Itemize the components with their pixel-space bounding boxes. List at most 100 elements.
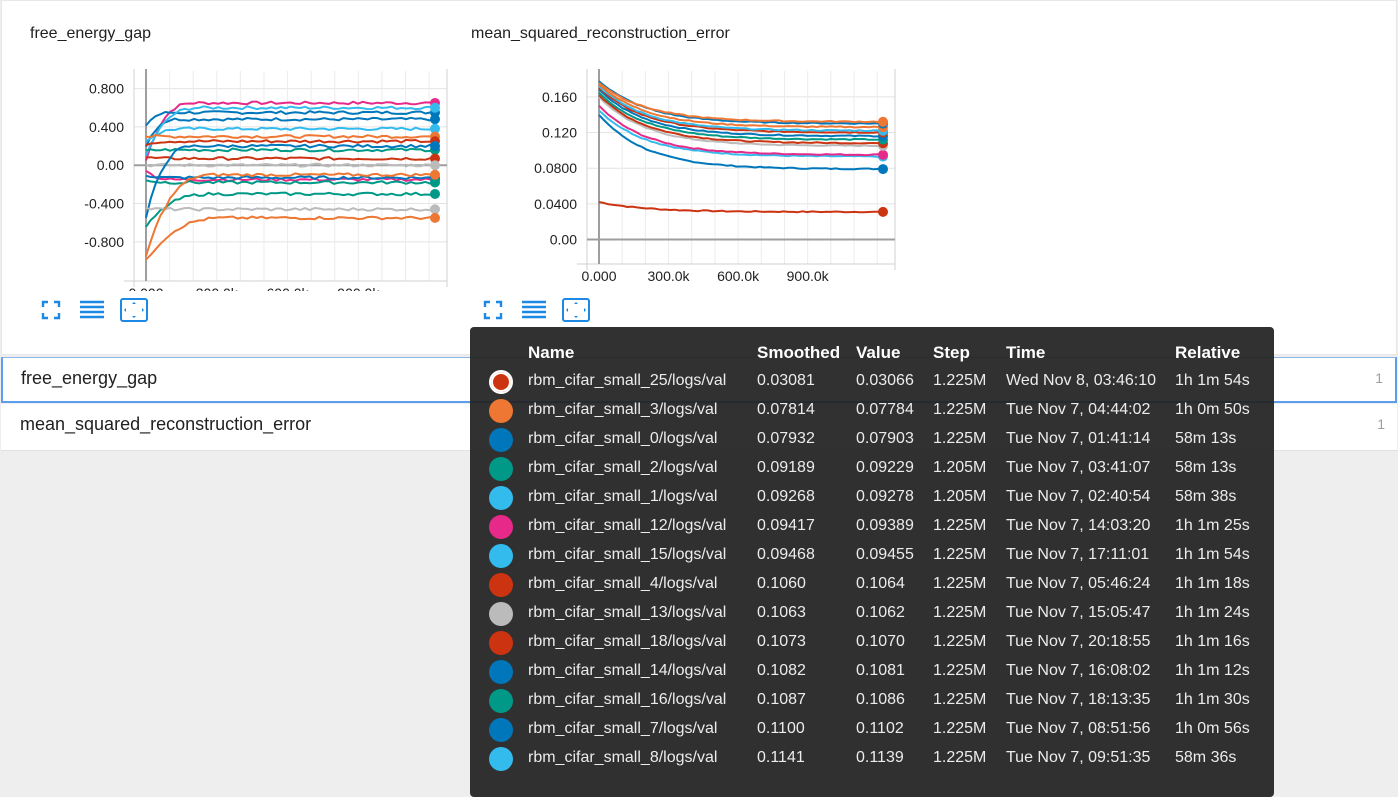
tooltip-cell-name: rbm_cifar_small_7/logs/val [528, 720, 718, 737]
tooltip-cell-step: 1.225M [933, 604, 987, 621]
y-tick-label: 0.00 [550, 232, 577, 248]
tooltip-cell-time: Tue Nov 7, 18:13:35 [1006, 691, 1151, 708]
tooltip-cell-name: rbm_cifar_small_15/logs/val [528, 546, 727, 563]
tooltip-cell-step: 1.225M [933, 633, 987, 650]
tooltip-cell-step: 1.225M [933, 546, 987, 563]
tooltip-cell-relative: 1h 1m 54s [1175, 372, 1250, 389]
tooltip-cell-step: 1.205M [933, 488, 987, 505]
tooltip-row: rbm_cifar_small_12/logs/val 0.09417 0.0938… [470, 512, 1274, 541]
tooltip-cell-relative: 1h 1m 54s [1175, 546, 1250, 563]
fullscreen-icon[interactable] [36, 297, 66, 323]
tooltip-cell-relative: 58m 36s [1175, 749, 1237, 766]
tooltip-cell-time: Wed Nov 8, 03:46:10 [1006, 372, 1157, 389]
tooltip-cell-relative: 1h 1m 25s [1175, 517, 1250, 534]
tooltip-cell-name: rbm_cifar_small_12/logs/val [528, 517, 727, 534]
tooltip-cell-relative: 1h 1m 30s [1175, 691, 1250, 708]
y-tick-label: 0.0800 [534, 160, 577, 176]
tooltip-cell-time: Tue Nov 7, 17:11:01 [1006, 546, 1150, 563]
tooltip-cell-smoothed: 0.09268 [757, 488, 815, 505]
tooltip-cell-relative: 58m 13s [1175, 430, 1237, 447]
tooltip-cell-name: rbm_cifar_small_3/logs/val [528, 401, 718, 418]
tooltip-row: rbm_cifar_small_2/logs/val 0.09189 0.09229… [470, 454, 1274, 483]
tooltip-cell-value: 0.1070 [856, 633, 905, 650]
run-color-swatch [489, 515, 513, 539]
tooltip-header-name: Name [528, 343, 575, 362]
tooltip-cell-step: 1.205M [933, 459, 987, 476]
tooltip-header-relative: Relative [1175, 343, 1241, 362]
chart-free-energy-gap[interactable]: 0.8000.4000.00-0.400-0.8000.000300.0k600… [2, 51, 472, 291]
y-tick-label: 0.0400 [534, 196, 577, 212]
tooltip-cell-time: Tue Nov 7, 01:41:14 [1006, 430, 1151, 447]
tooltip-row: rbm_cifar_small_14/logs/val 0.1082 0.1081 1… [470, 657, 1274, 686]
tooltip-cell-value: 0.1086 [856, 691, 905, 708]
tooltip-cell-value: 0.09229 [856, 459, 914, 476]
tooltip-cell-name: rbm_cifar_small_14/logs/val [528, 662, 727, 679]
y-tick-label: 0.00 [97, 157, 124, 173]
tooltip-cell-name: rbm_cifar_small_13/logs/val [528, 604, 727, 621]
x-tick-label: 900.0k [787, 268, 830, 284]
tooltip-row: rbm_cifar_small_7/logs/val 0.1100 0.1102 1.… [470, 715, 1274, 744]
series-line [145, 179, 436, 185]
tooltip-cell-value: 0.1102 [856, 720, 904, 737]
tooltip-cell-step: 1.225M [933, 372, 987, 389]
tooltip-row: rbm_cifar_small_13/logs/val 0.1063 0.1062 1… [470, 599, 1274, 628]
tooltip-cell-time: Tue Nov 7, 09:51:35 [1006, 749, 1151, 766]
tooltip-cell-name: rbm_cifar_small_8/logs/val [528, 749, 718, 766]
series-end-point [430, 141, 440, 152]
tooltip-cell-step: 1.225M [933, 691, 987, 708]
tooltip-cell-smoothed: 0.1100 [757, 720, 805, 737]
list-item-count: 1 [1375, 370, 1383, 386]
fit-domain-icon[interactable] [119, 297, 149, 323]
run-color-swatch [489, 602, 513, 626]
tooltip-cell-smoothed: 0.09189 [757, 459, 815, 476]
tooltip-cell-time: Tue Nov 7, 02:40:54 [1006, 488, 1151, 505]
tooltip-row: rbm_cifar_small_0/logs/val 0.07932 0.07903… [470, 425, 1274, 454]
y-tick-label: 0.120 [542, 125, 577, 141]
x-tick-label: 600.0k [267, 285, 310, 291]
tooltip-cell-smoothed: 0.1060 [757, 575, 806, 592]
tooltip-header-time: Time [1006, 343, 1046, 362]
data-selection-icon[interactable] [77, 297, 107, 323]
series-end-point [430, 169, 440, 180]
chart-mean-squared-reconstruction-error[interactable]: 0.160 0.120 0.0800 0.0400 0.00 0.000 300.0k 600… [472, 51, 912, 291]
run-color-swatch [489, 660, 513, 684]
tooltip-cell-name: rbm_cifar_small_2/logs/val [528, 459, 718, 476]
tooltip-row: rbm_cifar_small_4/logs/val 0.1060 0.1064 1.… [470, 570, 1274, 599]
tooltip-header-value: Value [856, 343, 901, 362]
series-line [145, 172, 436, 257]
tooltip-cell-step: 1.225M [933, 430, 987, 447]
tooltip-cell-smoothed: 0.1087 [757, 691, 806, 708]
list-item-label: mean_squared_reconstruction_error [20, 414, 312, 434]
run-color-swatch [489, 486, 513, 510]
tooltip-cell-relative: 1h 1m 16s [1175, 633, 1250, 650]
tooltip-cell-step: 1.225M [933, 662, 987, 679]
tooltip-cell-smoothed: 0.07814 [757, 401, 815, 418]
series-end-point [430, 212, 440, 223]
tooltip-cell-step: 1.225M [933, 517, 987, 534]
tooltip-cell-step: 1.225M [933, 575, 987, 592]
chart-title-free-energy-gap: free_energy_gap [30, 25, 151, 42]
tooltip-row: rbm_cifar_small_16/logs/val 0.1087 0.1086 1… [470, 686, 1274, 715]
list-item-label: free_energy_gap [21, 368, 158, 388]
tooltip-cell-value: 0.1081 [856, 662, 905, 679]
series-end-point [430, 188, 440, 199]
tooltip-row: rbm_cifar_small_3/logs/val 0.07814 0.07784… [470, 396, 1274, 425]
tooltip-cell-value: 0.09455 [856, 546, 914, 563]
run-color-swatch [489, 689, 513, 713]
y-tick-label: -0.400 [84, 196, 124, 212]
tooltip-cell-smoothed: 0.1082 [757, 662, 806, 679]
fullscreen-icon[interactable] [478, 297, 508, 323]
y-tick-label: 0.800 [89, 81, 124, 97]
series-end-point [430, 160, 440, 171]
tooltip-cell-smoothed: 0.1073 [757, 633, 806, 650]
data-selection-icon[interactable] [519, 297, 549, 323]
series-end-point [878, 149, 888, 160]
tooltip-cell-time: Tue Nov 7, 08:51:56 [1006, 720, 1151, 737]
x-tick-label: 600.0k [717, 268, 760, 284]
x-tick-label: 300.0k [648, 268, 691, 284]
tooltip-cell-time: Tue Nov 7, 14:03:20 [1006, 517, 1151, 534]
series-line [145, 156, 436, 161]
chart-tooltip: Name Smoothed Value Step Time Relative r… [470, 327, 1274, 797]
tooltip-header-smoothed: Smoothed [757, 343, 841, 362]
fit-domain-icon[interactable] [561, 297, 591, 323]
